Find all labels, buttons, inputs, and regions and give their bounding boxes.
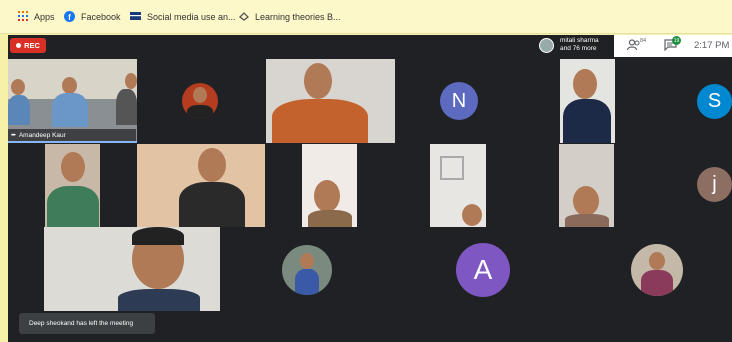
participant-avatar-photo [631, 244, 683, 296]
bookmark-label: Learning theories B... [255, 12, 341, 22]
participant-tile-video[interactable] [430, 144, 486, 227]
bookmark-learning-theories[interactable]: Learning theories B... [239, 9, 341, 25]
bookmark-label: Social media use an... [147, 12, 236, 22]
bookmark-label: Facebook [81, 12, 121, 22]
participant-name: mitali sharma [560, 37, 599, 44]
participant-avatar-photo [182, 83, 218, 119]
pinned-name-tag: ••• Amandeep Kaur [8, 129, 136, 141]
more-options-icon[interactable]: ••• [11, 132, 16, 139]
participant-avatar-photo [282, 245, 332, 295]
participant-tile-pinned[interactable]: ••• Amandeep Kaur [8, 59, 137, 143]
apps-grid-icon [18, 11, 28, 23]
people-count: 84 [640, 38, 647, 44]
participant-tile-video[interactable] [559, 144, 614, 227]
recording-badge: REC [10, 38, 46, 53]
participant-avatar [539, 37, 554, 53]
participant-tile-video[interactable] [45, 144, 100, 227]
people-button[interactable]: 84 [626, 38, 646, 54]
participant-avatar-a: A [456, 243, 510, 297]
participant-tile-video[interactable] [266, 59, 395, 143]
bookmark-favicon-icon [130, 12, 141, 22]
bookmark-label: Apps [34, 12, 55, 22]
notification-toast: Deep sheokand has left the meeting [19, 313, 155, 334]
record-dot-icon [16, 43, 22, 48]
participant-avatar-s: S [697, 84, 732, 119]
bookmark-social-media[interactable]: Social media use an... [130, 9, 236, 25]
bookmark-apps[interactable]: Apps [18, 9, 55, 25]
chat-button[interactable]: 19 [664, 36, 681, 54]
svg-text:f: f [68, 13, 71, 22]
people-icon [626, 39, 640, 51]
bookmark-favicon-icon [239, 11, 249, 23]
facebook-icon: f [64, 10, 75, 24]
participant-more: and 76 more [560, 45, 597, 52]
participant-tile-video[interactable] [302, 144, 357, 227]
bookmark-facebook[interactable]: f Facebook [64, 9, 121, 25]
participants-summary[interactable]: mitali sharma and 76 more [539, 37, 599, 53]
chat-badge: 19 [672, 36, 681, 45]
meeting-area: REC mitali sharma and 76 more 84 19 2:17… [8, 35, 732, 342]
pinned-name: Amandeep Kaur [18, 131, 66, 139]
bookmarks-bar: Apps f Facebook Social media use an... L… [0, 0, 732, 34]
clock: 2:17 PM [694, 40, 730, 51]
participant-tile-video[interactable] [560, 59, 615, 143]
participant-tile-video[interactable] [137, 144, 265, 227]
participant-avatar-j: j [697, 167, 732, 202]
participant-avatar-n: N [440, 82, 478, 120]
meeting-top-bar: REC mitali sharma and 76 more 84 19 2:17… [8, 35, 732, 57]
recording-label: REC [24, 41, 40, 50]
meeting-controls-right: 84 19 2:17 PM [614, 35, 732, 57]
participant-tile-video[interactable] [44, 227, 220, 311]
